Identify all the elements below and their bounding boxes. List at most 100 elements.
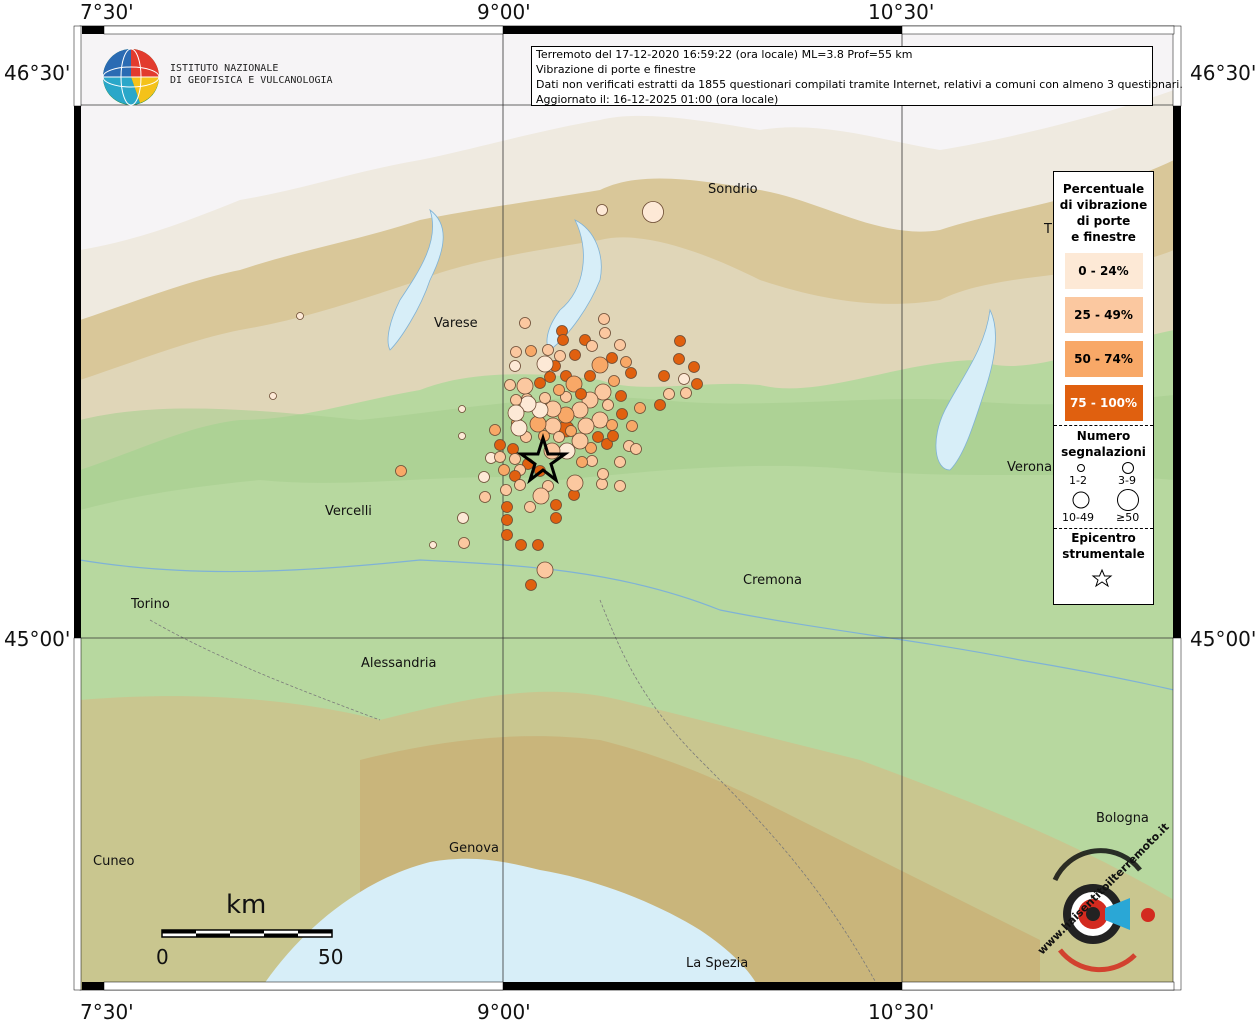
felt-report-point [606, 419, 618, 431]
felt-report-point [688, 361, 700, 373]
felt-report-point [507, 404, 525, 422]
felt-report-point [510, 394, 522, 406]
felt-report-point [478, 471, 490, 483]
legend-count-title: Numero segnalazioni [1054, 428, 1153, 460]
felt-report-point [514, 479, 526, 491]
felt-report-point [673, 353, 685, 365]
felt-report-point [515, 539, 527, 551]
size-label-3: 10-49 [1062, 511, 1094, 524]
felt-report-point [395, 465, 407, 477]
felt-report-point [524, 501, 536, 513]
felt-report-point [509, 360, 521, 372]
lon-label-10-30-top: 10°30' [868, 0, 935, 24]
felt-report-point [615, 390, 627, 402]
felt-report-point [576, 456, 588, 468]
scale-bar [161, 929, 333, 938]
felt-report-point [554, 350, 566, 362]
felt-report-point [498, 464, 510, 476]
felt-report-point [544, 371, 556, 383]
felt-report-point [296, 312, 304, 320]
felt-report-point [599, 327, 611, 339]
felt-report-point [596, 478, 608, 490]
terrain [79, 26, 1175, 991]
felt-report-point [536, 561, 554, 579]
felt-report-point [569, 349, 581, 361]
epi-title-2: strumentale [1062, 547, 1145, 561]
felt-report-point [525, 579, 537, 591]
felt-report-point [457, 512, 469, 524]
count-title-2: segnalazioni [1061, 445, 1146, 459]
felt-report-point [489, 424, 501, 436]
felt-report-point [592, 431, 604, 443]
felt-report-point [575, 388, 587, 400]
ingv-line2: DI GEOFISICA E VULCANOLOGIA [170, 75, 333, 86]
legend-title-4: e finestre [1071, 230, 1136, 244]
event-info-box: Terremoto del 17-12-2020 16:59:22 (ora l… [531, 46, 1183, 106]
felt-report-point [565, 425, 577, 437]
city-cremona: Cremona [743, 573, 802, 588]
felt-report-point [566, 474, 584, 492]
felt-report-point [620, 356, 632, 368]
felt-report-point [625, 367, 637, 379]
felt-report-point [616, 408, 628, 420]
felt-report-point [532, 487, 550, 505]
felt-report-point [501, 501, 513, 513]
scale-max: 50 [318, 945, 344, 969]
city-torino: Torino [131, 597, 170, 612]
legend-star-icon [1091, 568, 1113, 588]
size-label-4: ≥50 [1116, 511, 1140, 524]
ingv-globe-icon [102, 48, 160, 106]
lon-label-10-30-bottom: 10°30' [868, 1000, 935, 1024]
felt-report-point [510, 419, 528, 437]
felt-report-point [607, 430, 619, 442]
city-sondrio: Sondrio [708, 182, 758, 197]
legend-class-3: 75 - 100% [1064, 385, 1143, 421]
felt-report-point [509, 453, 521, 465]
city-alessandria: Alessandria [361, 656, 437, 671]
felt-report-point [654, 399, 666, 411]
felt-report-point [614, 480, 626, 492]
felt-report-point [596, 204, 608, 216]
felt-report-point [571, 401, 589, 419]
epi-title-1: Epicentro [1071, 531, 1136, 545]
city-partial-t: T [1044, 222, 1052, 237]
felt-report-point [553, 384, 565, 396]
lon-label-7-30-bottom: 7°30' [80, 1000, 134, 1024]
scale-unit: km [226, 890, 267, 920]
lon-label-9-00-top: 9°00' [477, 0, 531, 24]
felt-report-point [691, 378, 703, 390]
felt-report-point [550, 512, 562, 524]
parameter-line: Vibrazione di porte e finestre [536, 63, 696, 76]
felt-report-point [501, 529, 513, 541]
legend-title-3: di porte [1076, 214, 1131, 228]
ingv-logo-text: ISTITUTO NAZIONALE DI GEOFISICA E VULCAN… [170, 63, 333, 87]
city-varese: Varese [434, 316, 478, 331]
felt-report-point [642, 201, 664, 223]
lat-label-45-00-right: 45°00' [1190, 627, 1256, 651]
felt-report-point [614, 339, 626, 351]
felt-report-point [584, 370, 596, 382]
felt-report-point [500, 484, 512, 496]
felt-report-point [458, 537, 470, 549]
city-cuneo: Cuneo [93, 854, 135, 869]
event-line: Terremoto del 17-12-2020 16:59:22 (ora l… [536, 48, 913, 61]
legend-title: Percentuale di vibrazione di porte e fin… [1054, 181, 1153, 245]
felt-report-point [577, 417, 595, 435]
scale-min: 0 [156, 945, 169, 969]
felt-report-point [525, 345, 537, 357]
felt-report-point [504, 379, 516, 391]
legend-class-0: 0 - 24% [1064, 253, 1143, 289]
felt-report-point [586, 340, 598, 352]
felt-report-point [479, 491, 491, 503]
felt-report-point [626, 420, 638, 432]
legend-panel: Percentuale di vibrazione di porte e fin… [1053, 171, 1154, 605]
legend-class-2: 50 - 74% [1064, 341, 1143, 377]
lon-label-9-00-bottom: 9°00' [477, 1000, 531, 1024]
legend-separator [1054, 425, 1153, 426]
felt-report-point [674, 335, 686, 347]
felt-report-point [598, 313, 610, 325]
legend-separator-2 [1054, 528, 1153, 529]
legend-sizes: 1-2 3-9 10-49 ≥50 [1054, 460, 1153, 524]
felt-report-point [536, 355, 554, 373]
felt-report-point [494, 451, 506, 463]
